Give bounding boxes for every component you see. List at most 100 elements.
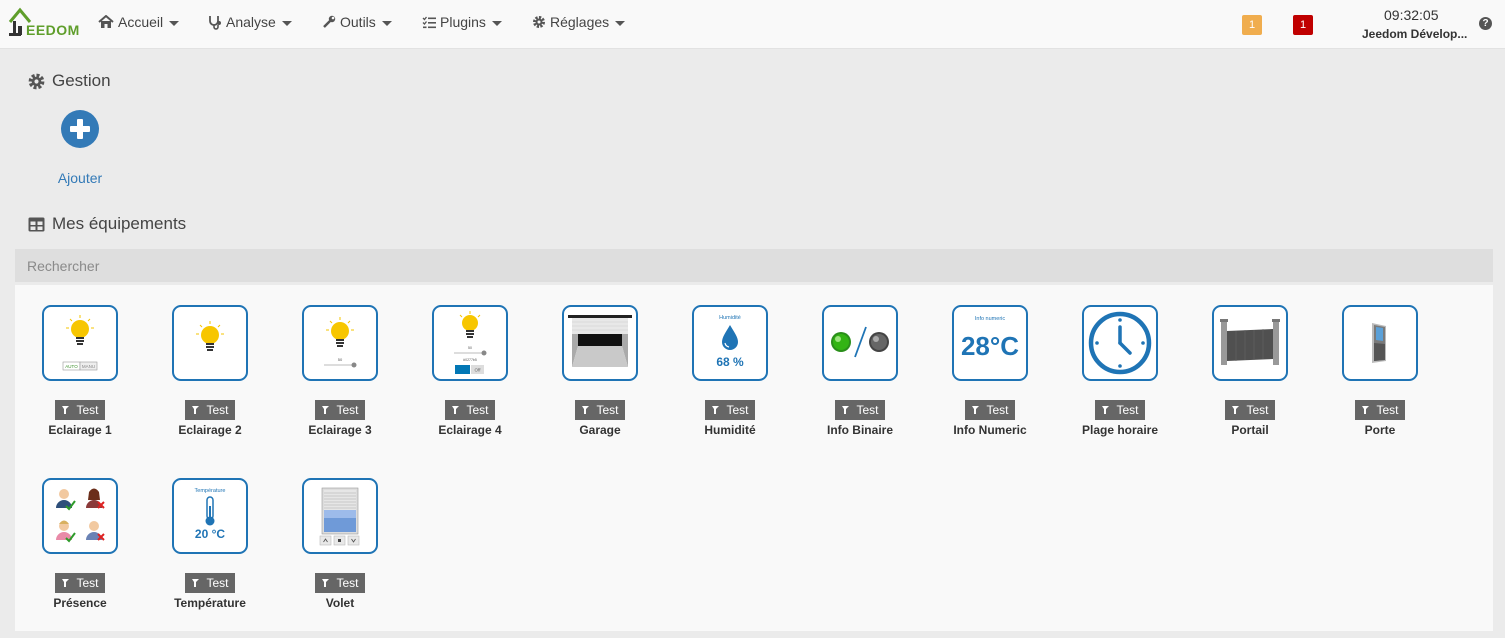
bulb-auto-icon: AUTO MANU bbox=[42, 305, 118, 381]
equipment-name: Eclairage 4 bbox=[438, 423, 502, 437]
equipment-card-porte[interactable]: Test Porte bbox=[1325, 305, 1435, 437]
user-menu[interactable]: Jeedom Dévelop... bbox=[1362, 27, 1467, 41]
tag-label: Test bbox=[726, 403, 749, 417]
top-navbar: EEDOM Accueil Analyse Outils Plugins Rég… bbox=[0, 0, 1505, 49]
test-tag: Test bbox=[185, 400, 235, 420]
menu-outils-label: Outils bbox=[340, 14, 376, 30]
shutter-icon bbox=[302, 478, 378, 554]
color-hex-text: #0277b5 bbox=[463, 358, 477, 362]
test-tag: Test bbox=[835, 400, 885, 420]
clock: 09:32:05 bbox=[1384, 7, 1439, 23]
menu-analyse[interactable]: Analyse bbox=[208, 14, 292, 30]
equipment-card-plage-horaire[interactable]: Test Plage horaire bbox=[1065, 305, 1175, 437]
equipment-card-temperature[interactable]: Température 20 °C Test Température bbox=[155, 478, 265, 610]
equipment-card-eclairage-2[interactable]: Test Eclairage 2 bbox=[155, 305, 265, 437]
tag-label: Test bbox=[76, 403, 99, 417]
equipements-title: Mes équipements bbox=[28, 214, 186, 234]
test-tube-icon bbox=[452, 406, 460, 414]
plus-circle-icon bbox=[61, 110, 99, 148]
garage-icon bbox=[562, 305, 638, 381]
manu-button-text: MANU bbox=[82, 364, 95, 369]
numeric-icon: Info numeric 28°C bbox=[952, 305, 1028, 381]
bulb-icon bbox=[172, 305, 248, 381]
humidity-value-text: 68 % bbox=[716, 355, 744, 369]
add-label: Ajouter bbox=[57, 170, 103, 186]
equipment-card-humidite[interactable]: Humidité 68 % Test Humidité bbox=[675, 305, 785, 437]
clock-icon bbox=[1082, 305, 1158, 381]
chevron-down-icon bbox=[491, 20, 502, 26]
bulb-slider-icon: 50 bbox=[302, 305, 378, 381]
tag-label: Test bbox=[206, 403, 229, 417]
slider-value-text: 50 bbox=[338, 357, 343, 362]
gear-icon bbox=[28, 73, 45, 89]
tag-label: Test bbox=[1246, 403, 1269, 417]
binary-icon bbox=[822, 305, 898, 381]
logo-text: EEDOM bbox=[26, 22, 80, 38]
humidity-icon: Humidité 68 % bbox=[692, 305, 768, 381]
equipment-name: Info Binaire bbox=[826, 423, 893, 437]
equipment-card-volet[interactable]: Test Volet bbox=[285, 478, 395, 610]
equipment-name: Plage horaire bbox=[1081, 423, 1159, 437]
tag-label: Test bbox=[336, 576, 359, 590]
menu-reglages-label: Réglages bbox=[550, 14, 610, 30]
test-tag: Test bbox=[315, 400, 365, 420]
table-icon bbox=[28, 217, 45, 231]
equipment-name: Eclairage 3 bbox=[308, 423, 372, 437]
equipment-card-info-binaire[interactable]: Test Info Binaire bbox=[805, 305, 915, 437]
presence-icon bbox=[42, 478, 118, 554]
equipment-card-eclairage-1[interactable]: AUTO MANU Test Eclairage 1 bbox=[25, 305, 135, 437]
menu-reglages[interactable]: Réglages bbox=[532, 14, 626, 30]
gestion-title: Gestion bbox=[28, 71, 111, 91]
gate-icon bbox=[1212, 305, 1288, 381]
tag-label: Test bbox=[1376, 403, 1399, 417]
test-tag: Test bbox=[705, 400, 755, 420]
chevron-down-icon bbox=[615, 20, 626, 26]
gestion-title-text: Gestion bbox=[52, 71, 111, 90]
test-tube-icon bbox=[1102, 406, 1110, 414]
test-tube-icon bbox=[192, 406, 200, 414]
test-tag: Test bbox=[445, 400, 495, 420]
equipment-card-garage[interactable]: Test Garage bbox=[545, 305, 655, 437]
test-tube-icon bbox=[192, 579, 200, 587]
equipment-card-portail[interactable]: Test Portail bbox=[1195, 305, 1305, 437]
equipment-name: Garage bbox=[579, 423, 621, 437]
test-tag: Test bbox=[1355, 400, 1405, 420]
equipment-name: Présence bbox=[53, 596, 107, 610]
slider-value-text: 50 bbox=[468, 346, 472, 350]
danger-badge[interactable]: 1 bbox=[1293, 15, 1313, 35]
equipment-name: Eclairage 2 bbox=[178, 423, 242, 437]
search-input[interactable] bbox=[15, 249, 1493, 282]
chevron-down-icon bbox=[381, 20, 392, 26]
equipment-name: Porte bbox=[1364, 423, 1396, 437]
tag-label: Test bbox=[986, 403, 1009, 417]
equipment-card-presence[interactable]: Test Présence bbox=[25, 478, 135, 610]
equipment-card-info-numeric[interactable]: Info numeric 28°C Test Info Numeric bbox=[935, 305, 1045, 437]
test-tube-icon bbox=[972, 406, 980, 414]
tag-label: Test bbox=[1116, 403, 1139, 417]
equipment-name: Volet bbox=[325, 596, 355, 610]
add-equipment-button[interactable]: Ajouter bbox=[52, 110, 108, 186]
temperature-value-text: 20 °C bbox=[195, 527, 225, 541]
test-tube-icon bbox=[1232, 406, 1240, 414]
warning-badge[interactable]: 1 bbox=[1242, 15, 1262, 35]
test-tube-icon bbox=[712, 406, 720, 414]
menu-plugins[interactable]: Plugins bbox=[422, 14, 502, 30]
equipment-name: Température bbox=[174, 596, 246, 610]
menu-outils[interactable]: Outils bbox=[322, 14, 392, 30]
gear-icon bbox=[533, 16, 545, 28]
test-tube-icon bbox=[62, 579, 70, 587]
tasks-icon bbox=[422, 16, 436, 28]
test-tag: Test bbox=[575, 400, 625, 420]
test-tag: Test bbox=[1095, 400, 1145, 420]
equipment-card-eclairage-3[interactable]: 50 Test Eclairage 3 bbox=[285, 305, 395, 437]
menu-accueil-label: Accueil bbox=[118, 14, 164, 30]
equipment-name: Humidité bbox=[704, 423, 756, 437]
chevron-down-icon bbox=[169, 20, 180, 26]
help-icon[interactable]: ? bbox=[1479, 17, 1492, 30]
equipment-card-eclairage-4[interactable]: 50 #0277b5 Off Test Eclairage 4 bbox=[415, 305, 525, 437]
tag-label: Test bbox=[466, 403, 489, 417]
menu-accueil[interactable]: Accueil bbox=[98, 14, 180, 30]
jeedom-logo[interactable]: EEDOM bbox=[8, 6, 80, 40]
test-tag: Test bbox=[1225, 400, 1275, 420]
numeric-value-text: 28°C bbox=[961, 331, 1019, 361]
